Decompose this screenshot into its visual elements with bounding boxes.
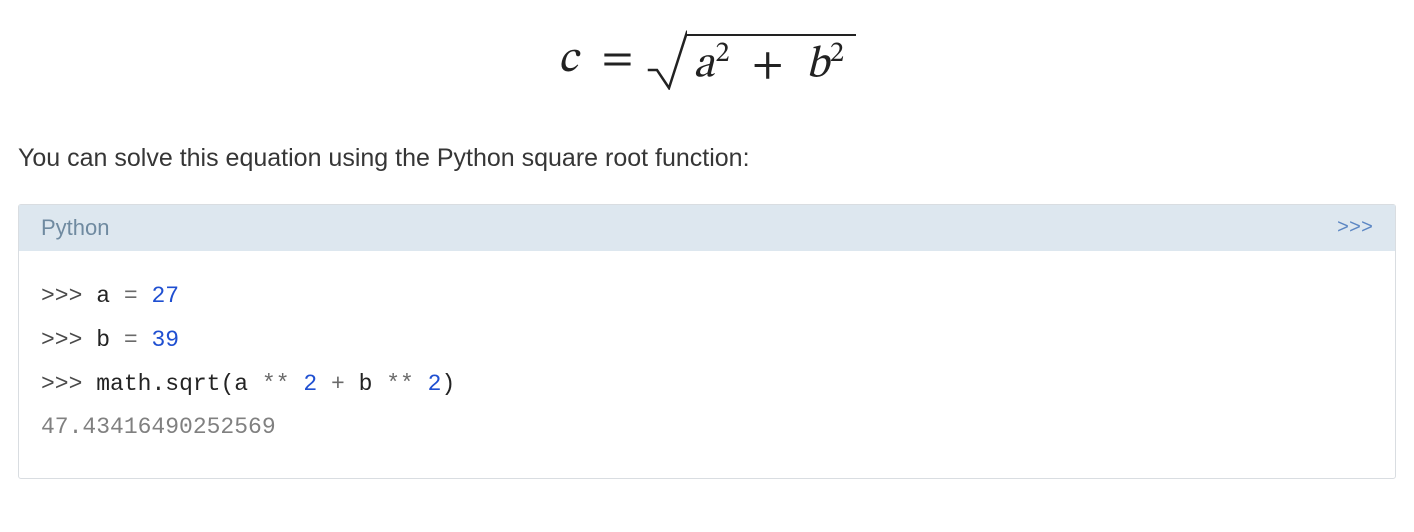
power-op: ** [262, 371, 290, 397]
assign-op: = [124, 283, 138, 309]
dot-operator: . [151, 371, 165, 397]
number-literal: 2 [428, 371, 442, 397]
equals-sign: = [588, 38, 648, 82]
radicand-b-exp: 2 [830, 39, 844, 68]
open-paren: ( [220, 371, 234, 397]
power-op: ** [386, 371, 414, 397]
variable-a: a [96, 283, 110, 309]
radicand-a-exp: 2 [715, 39, 729, 68]
square-root: a2 + b2 [647, 30, 856, 90]
document-page: c = a2 + b2 You can solve this equation … [0, 0, 1414, 479]
radicand-plus: + [740, 44, 796, 88]
repl-prompt: >>> [41, 283, 82, 309]
code-line-1: >>> a = 27 [41, 275, 1373, 319]
number-literal: 27 [151, 283, 179, 309]
code-body: >>> a = 27 >>> b = 39 >>> math.sqrt(a **… [19, 251, 1395, 478]
close-paren: ) [441, 371, 455, 397]
function-name: sqrt [165, 371, 220, 397]
code-header: Python >>> [19, 205, 1395, 251]
plus-op: + [331, 371, 345, 397]
code-line-2: >>> b = 39 [41, 319, 1373, 363]
arg-a: a [234, 371, 248, 397]
prompt-toggle-icon[interactable]: >>> [1337, 217, 1373, 240]
repl-prompt: >>> [41, 327, 82, 353]
repl-prompt: >>> [41, 371, 82, 397]
code-language-label: Python [41, 215, 110, 241]
description-paragraph: You can solve this equation using the Py… [18, 140, 1396, 176]
module-name: math [96, 371, 151, 397]
code-block: Python >>> >>> a = 27 >>> b = 39 >>> mat… [18, 204, 1396, 479]
radical-icon [647, 30, 687, 90]
radicand-a: a [693, 44, 714, 88]
code-line-3: >>> math.sqrt(a ** 2 + b ** 2) [41, 363, 1373, 407]
radicand-b: b [806, 44, 829, 88]
number-literal: 2 [303, 371, 317, 397]
radicand: a2 + b2 [687, 34, 856, 90]
code-output: 47.43416490252569 [41, 406, 1373, 450]
equation-block: c = a2 + b2 [18, 0, 1396, 110]
number-literal: 39 [151, 327, 179, 353]
arg-b: b [359, 371, 373, 397]
variable-b: b [96, 327, 110, 353]
assign-op: = [124, 327, 138, 353]
equation-lhs: c [558, 38, 588, 82]
pythagoras-equation: c = a2 + b2 [558, 30, 856, 90]
